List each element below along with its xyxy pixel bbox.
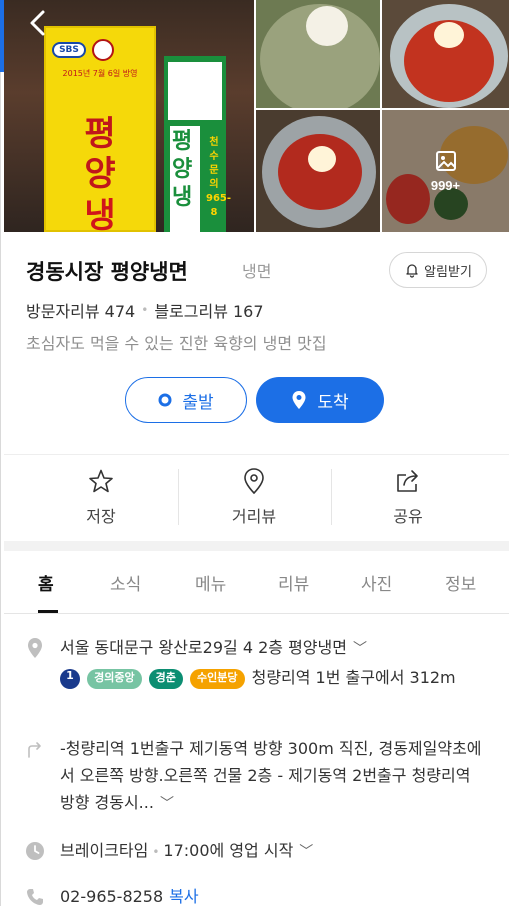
chevron-down-icon[interactable]: ﹀: [353, 641, 367, 657]
address-content: 서울 동대문구 왕산로29길 4 2층 평양냉면 ﹀: [60, 634, 489, 663]
save-button[interactable]: 저장: [41, 467, 161, 527]
sbs-logo: SBS: [52, 42, 86, 58]
green-sign-char: 평: [172, 129, 193, 154]
start-button[interactable]: 출발: [125, 377, 247, 423]
more-photos-overlay[interactable]: 999+: [382, 110, 509, 232]
active-tab-indicator: [38, 610, 58, 613]
tagline: 초심자도 먹을 수 있는 진한 육향의 냉면 맛집: [26, 334, 327, 353]
hours-row[interactable]: 브레이크타임 • 17:00에 영업 시작 ﹀: [24, 837, 489, 867]
restaurant-category: 냉면: [242, 262, 272, 281]
start-dot-icon: [158, 393, 172, 407]
restaurant-name: 경동시장 평양냉면: [26, 260, 188, 284]
turn-arrow-icon: [24, 738, 46, 760]
street-view-button[interactable]: 거리뷰: [194, 467, 314, 527]
tab-menu[interactable]: 메뉴: [195, 570, 226, 595]
directions-row[interactable]: -청량리역 1번출구 제기동역 방향 300m 직진, 경동제일약초에서 오른쪽…: [24, 735, 489, 825]
tab-reviews[interactable]: 리뷰: [278, 570, 309, 595]
yellow-sign: SBS 2015년 7월 6일 방영 평 양 냉: [44, 26, 156, 232]
green-sign-text: 평 양 냉: [172, 128, 198, 212]
directions-content: -청량리역 1번출구 제기동역 방향 300m 직진, 경동제일약초에서 오른쪽…: [60, 735, 489, 818]
location-pin-icon: [194, 467, 314, 495]
photo-thumb-more[interactable]: 999+: [382, 110, 509, 232]
tab-info[interactable]: 정보: [445, 570, 476, 595]
subway-row: 1 경의중앙 경춘 수인분당 청량리역 1번 출구에서 312m: [24, 664, 489, 724]
egg-shape: [434, 22, 464, 48]
share-label: 공유: [393, 507, 423, 526]
back-arrow-icon[interactable]: [24, 8, 54, 38]
share-button[interactable]: 공유: [348, 467, 468, 527]
save-label: 저장: [86, 507, 116, 526]
share-icon: [348, 467, 468, 495]
photo-gallery[interactable]: SBS 2015년 7월 6일 방영 평 양 냉 평 양 냉 천수문의 965-…: [4, 0, 509, 232]
location-pin-icon: [24, 637, 46, 659]
hours-status: 브레이크타임: [60, 841, 149, 860]
green-sign-number: 천수문의 965-8: [206, 137, 232, 218]
photo-thumb[interactable]: [256, 110, 380, 232]
egg-shape: [306, 6, 348, 46]
more-photos-count: 999+: [430, 177, 461, 193]
chevron-down-icon[interactable]: ﹀: [299, 844, 313, 860]
phone-row: 02-965-8258 복사: [24, 883, 489, 906]
tab-bar: 홈 소식 메뉴 리뷰 사진 정보: [4, 556, 509, 614]
divider: [331, 469, 332, 525]
subway-line-badge: 경춘: [148, 668, 183, 689]
visitor-review-link[interactable]: 방문자리뷰 474: [26, 298, 135, 322]
green-sign: 평 양 냉 천수문의 965-8: [164, 56, 232, 232]
phone-number[interactable]: 02-965-8258: [60, 887, 163, 906]
subway-content: 1 경의중앙 경춘 수인분당 청량리역 1번 출구에서 312m: [60, 664, 489, 691]
hours-content: 브레이크타임 • 17:00에 영업 시작 ﹀: [60, 837, 489, 866]
arrive-label: 도착: [317, 392, 349, 413]
blog-review-link[interactable]: 블로그리뷰 167: [154, 298, 263, 322]
sign-date: 2015년 7월 6일 방영: [62, 69, 138, 78]
tab-home[interactable]: 홈: [38, 570, 54, 595]
bell-icon: [406, 264, 418, 278]
clock-icon: [24, 840, 46, 862]
address-text: 서울 동대문구 왕산로29길 4 2층 평양냉면: [60, 638, 347, 657]
tab-photos[interactable]: 사진: [361, 570, 392, 595]
separator-dot: •: [141, 303, 149, 317]
location-pin-icon: [292, 391, 306, 409]
sign-photo: [168, 62, 222, 120]
chevron-down-icon[interactable]: ﹀: [160, 796, 174, 812]
title-row: 경동시장 평양냉면 냉면 알림받기: [26, 250, 487, 290]
hours-text: 17:00에 영업 시작: [163, 841, 294, 860]
sign-char: 냉: [84, 196, 116, 232]
separator-dot: •: [152, 845, 160, 859]
tab-news[interactable]: 소식: [110, 570, 141, 595]
green-sign-char: 양: [172, 157, 193, 182]
action-bar: 저장 거리뷰 공유: [4, 454, 509, 536]
image-icon: [435, 150, 456, 171]
sign-top: SBS: [52, 36, 148, 64]
egg-shape: [308, 146, 336, 172]
seal-mark: [92, 39, 114, 61]
section-gap: [4, 541, 509, 551]
edge-line: [0, 72, 1, 906]
subway-line-badge: 경의중앙: [87, 668, 142, 689]
directions-text: -청량리역 1번출구 제기동역 방향 300m 직진, 경동제일약초에서 오른쪽…: [60, 739, 482, 812]
star-icon: [41, 467, 161, 495]
main-photo[interactable]: SBS 2015년 7월 6일 방영 평 양 냉 평 양 냉 천수문의 965-…: [4, 0, 254, 232]
divider: [178, 469, 179, 525]
photo-thumb[interactable]: [256, 0, 380, 108]
subway-text: 청량리역 1번 출구에서 312m: [251, 668, 456, 687]
subway-line-badge: 1: [60, 668, 80, 689]
green-sign-char: 냉: [172, 185, 193, 210]
arrive-button[interactable]: 도착: [256, 377, 384, 423]
phone-icon: [24, 886, 46, 906]
phone-content: 02-965-8258 복사: [60, 883, 489, 906]
street-view-label: 거리뷰: [231, 507, 277, 526]
subway-line-badge: 수인분당: [190, 668, 245, 689]
start-label: 출발: [182, 392, 214, 413]
review-counts: 방문자리뷰 474 • 블로그리뷰 167: [26, 298, 264, 322]
alarm-button[interactable]: 알림받기: [389, 252, 487, 288]
copy-button[interactable]: 복사: [169, 887, 198, 906]
photo-thumb[interactable]: [382, 0, 509, 108]
alarm-label: 알림받기: [424, 264, 472, 280]
